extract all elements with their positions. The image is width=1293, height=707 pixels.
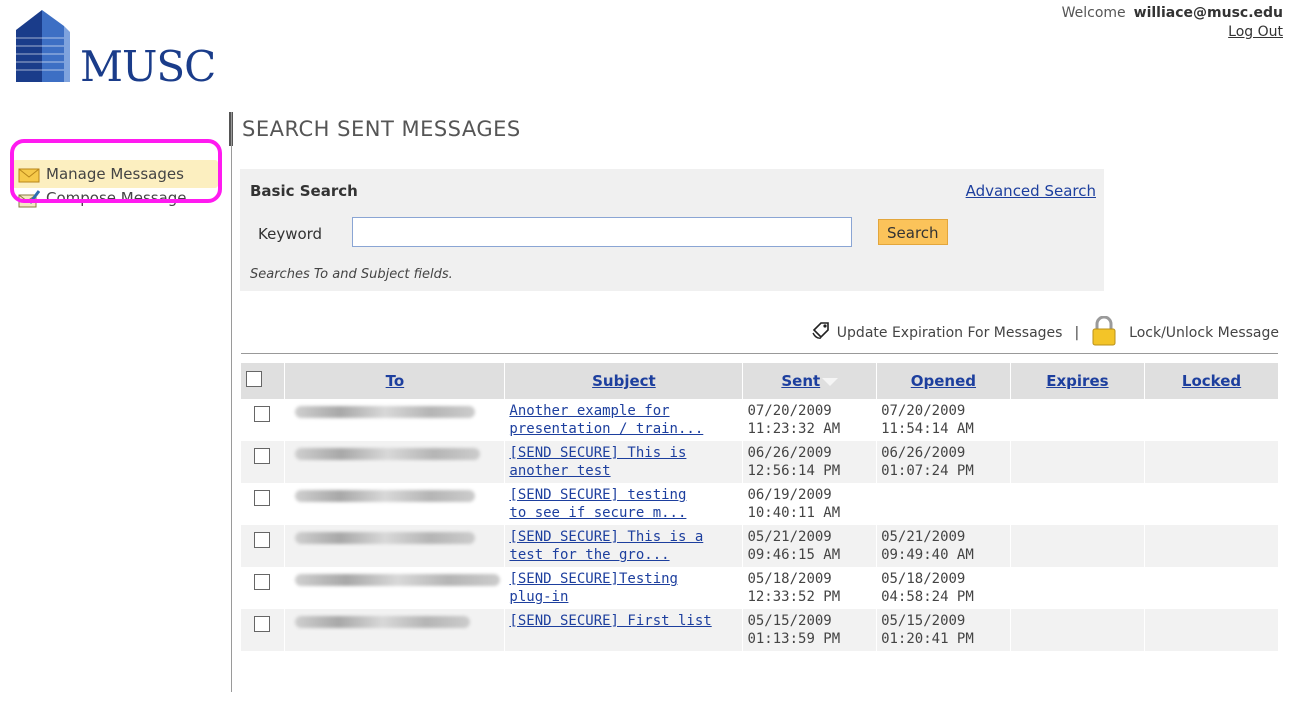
row-checkbox[interactable] — [254, 448, 270, 464]
compose-icon — [18, 189, 41, 208]
sidebar-nav: Manage Messages Compose Message — [12, 160, 222, 212]
opened-cell: 06/26/2009 01:07:24 PM — [876, 441, 1011, 483]
actions-divider — [241, 353, 1278, 354]
subject-link[interactable]: Another example for presentation / train.… — [509, 403, 703, 437]
table-row: [SEND SECURE] This is another test 06/26/… — [241, 441, 1278, 483]
table-row: [SEND SECURE]Testing plug-in 05/18/2009 12… — [241, 567, 1278, 609]
column-header-locked[interactable]: Locked — [1182, 372, 1241, 390]
table-row: [SEND SECURE] First list 05/15/2009 01:13… — [241, 609, 1278, 651]
column-header-subject[interactable]: Subject — [592, 372, 656, 390]
row-checkbox[interactable] — [254, 406, 270, 422]
basic-search-panel: Basic Search Advanced Search Keyword Sea… — [240, 169, 1104, 291]
expires-cell — [1009, 525, 1145, 567]
messages-table: To Subject Sent Opened Expires Locked An… — [241, 363, 1278, 651]
subject-link[interactable]: [SEND SECURE]Testing plug-in — [509, 571, 678, 605]
row-checkbox[interactable] — [254, 574, 270, 590]
locked-cell — [1144, 525, 1278, 567]
select-all-checkbox[interactable] — [246, 371, 262, 387]
sent-cell: 06/19/2009 10:40:11 AM — [742, 483, 877, 525]
table-row: Another example for presentation / train.… — [241, 399, 1278, 441]
subject-link[interactable]: [SEND SECURE] testing to see if secure m.… — [509, 487, 686, 521]
search-button[interactable]: Search — [878, 219, 948, 245]
logo-text: MUSC — [80, 42, 216, 91]
sidebar-item-label: Manage Messages — [46, 165, 184, 183]
locked-cell — [1144, 441, 1278, 483]
sidebar-divider — [231, 112, 232, 692]
basic-search-title: Basic Search — [250, 182, 358, 200]
redacted-recipient — [295, 616, 471, 628]
locked-cell — [1144, 483, 1278, 525]
subject-link[interactable]: [SEND SECURE] This is a test for the gro.… — [509, 529, 703, 563]
column-header-sent[interactable]: Sent — [781, 372, 820, 390]
sidebar-item-compose-message[interactable]: Compose Message — [12, 184, 222, 212]
user-info: Welcome williace@musc.edu Log Out — [1062, 4, 1283, 42]
redacted-recipient — [295, 448, 481, 460]
welcome-label: Welcome — [1061, 5, 1126, 21]
table-header-row: To Subject Sent Opened Expires Locked — [241, 363, 1278, 399]
locked-cell — [1144, 399, 1278, 441]
expires-cell — [1009, 441, 1145, 483]
envelope-icon — [18, 165, 40, 183]
opened-cell: 05/21/2009 09:49:40 AM — [876, 525, 1011, 567]
redacted-recipient — [295, 490, 476, 502]
redacted-recipient — [295, 532, 476, 544]
expires-cell — [1009, 609, 1145, 651]
building-logo-icon — [16, 10, 70, 82]
tag-icon — [811, 321, 831, 345]
column-header-opened[interactable]: Opened — [911, 372, 976, 390]
row-checkbox[interactable] — [254, 490, 270, 506]
sent-cell: 05/18/2009 12:33:52 PM — [742, 567, 877, 609]
lock-icon — [1091, 315, 1117, 350]
table-row: [SEND SECURE] This is a test for the gro.… — [241, 525, 1278, 567]
message-actions: Update Expiration For Messages | Lock/Un… — [811, 315, 1279, 350]
subject-link[interactable]: [SEND SECURE] First list — [509, 613, 711, 629]
opened-cell: 05/15/2009 01:20:41 PM — [876, 609, 1011, 651]
opened-cell — [876, 483, 1011, 525]
sidebar-item-label: Compose Message — [46, 189, 187, 207]
update-expiration-link[interactable]: Update Expiration For Messages — [837, 325, 1063, 341]
keyword-input[interactable] — [352, 217, 852, 247]
expires-cell — [1009, 567, 1145, 609]
sort-desc-icon — [822, 377, 839, 386]
column-header-expires[interactable]: Expires — [1046, 372, 1108, 390]
user-email: williace@musc.edu — [1133, 5, 1283, 21]
musc-logo: MUSC — [12, 8, 232, 93]
redacted-recipient — [295, 406, 476, 418]
opened-cell: 07/20/2009 11:54:14 AM — [876, 399, 1011, 441]
advanced-search-link[interactable]: Advanced Search — [966, 182, 1096, 200]
locked-cell — [1144, 609, 1278, 651]
lock-unlock-link[interactable]: Lock/Unlock Message — [1129, 325, 1279, 341]
keyword-label: Keyword — [258, 225, 323, 243]
expires-cell — [1009, 399, 1145, 441]
search-hint: Searches To and Subject fields. — [250, 267, 453, 282]
page-title: SEARCH SENT MESSAGES — [242, 117, 521, 141]
locked-cell — [1144, 567, 1278, 609]
sent-cell: 06/26/2009 12:56:14 PM — [742, 441, 877, 483]
sent-cell: 05/21/2009 09:46:15 AM — [742, 525, 877, 567]
table-row: [SEND SECURE] testing to see if secure m.… — [241, 483, 1278, 525]
redacted-recipient — [295, 574, 501, 586]
sent-cell: 05/15/2009 01:13:59 PM — [742, 609, 877, 651]
row-checkbox[interactable] — [254, 616, 270, 632]
expires-cell — [1009, 483, 1145, 525]
column-header-to[interactable]: To — [386, 372, 405, 390]
logout-link[interactable]: Log Out — [1228, 24, 1283, 40]
sent-cell: 07/20/2009 11:23:32 AM — [742, 399, 877, 441]
action-separator: | — [1074, 325, 1080, 341]
subject-link[interactable]: [SEND SECURE] This is another test — [509, 445, 686, 479]
opened-cell: 05/18/2009 04:58:24 PM — [876, 567, 1011, 609]
row-checkbox[interactable] — [254, 532, 270, 548]
